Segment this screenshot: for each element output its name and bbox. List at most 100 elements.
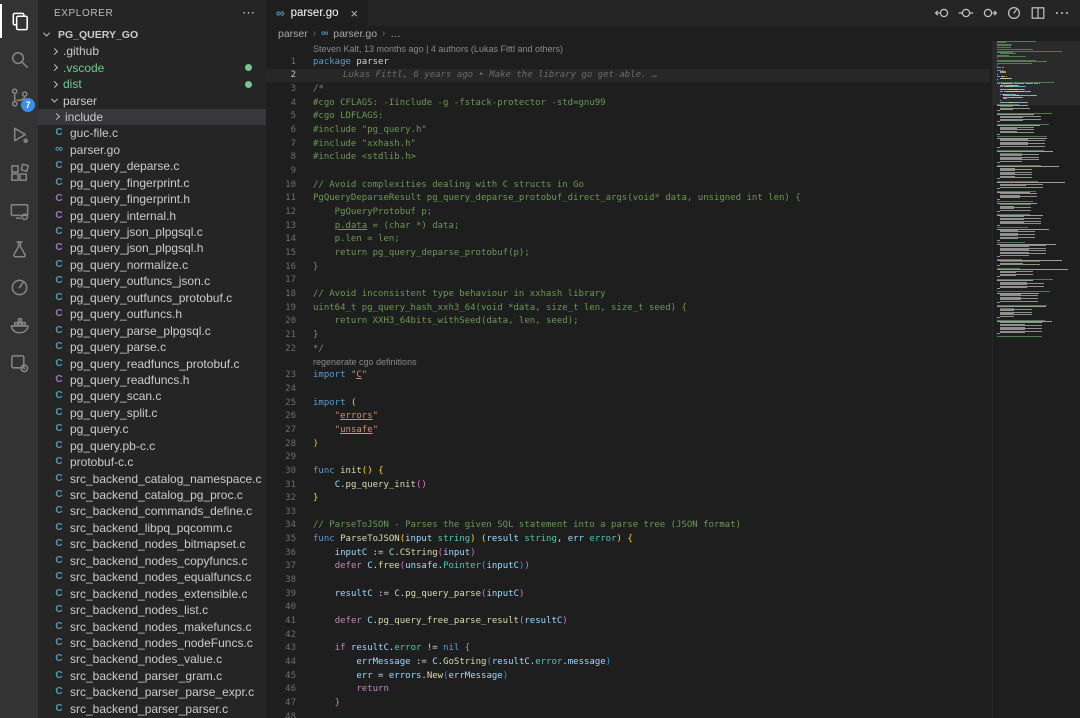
tree-item-pg-query-readfuncs-h[interactable]: Cpg_query_readfuncs.h bbox=[38, 372, 266, 388]
tree-item-pg-query-json-plpgsql-c[interactable]: Cpg_query_json_plpgsql.c bbox=[38, 224, 266, 240]
tree-item--github[interactable]: .github bbox=[38, 43, 266, 59]
remote-explorer-icon[interactable] bbox=[0, 194, 38, 228]
source-control-icon[interactable]: 7 bbox=[0, 80, 38, 114]
tree-item-src-backend-nodes-extensible-c[interactable]: Csrc_backend_nodes_extensible.c bbox=[38, 585, 266, 601]
tree-item-pg-query-split-c[interactable]: Cpg_query_split.c bbox=[38, 405, 266, 421]
tab-parser-go[interactable]: ∞ parser.go × bbox=[266, 0, 368, 26]
tree-item-include[interactable]: include bbox=[38, 109, 266, 125]
tree-item-src-backend-nodes-list-c[interactable]: Csrc_backend_nodes_list.c bbox=[38, 602, 266, 618]
tree-item-src-backend-nodes-equalfuncs-c[interactable]: Csrc_backend_nodes_equalfuncs.c bbox=[38, 569, 266, 585]
search-icon[interactable] bbox=[0, 42, 38, 76]
extensions-icon[interactable] bbox=[0, 156, 38, 190]
code-line[interactable]: 15 return pg_query_deparse_protobuf(p); bbox=[266, 246, 990, 260]
gitlens-icon[interactable] bbox=[0, 270, 38, 304]
breadcrumb-folder[interactable]: parser bbox=[278, 28, 308, 40]
breadcrumb-file[interactable]: parser.go bbox=[333, 28, 377, 40]
split-editor-icon[interactable] bbox=[1030, 5, 1046, 21]
tree-item-src-backend-nodes-nodefuncs-c[interactable]: Csrc_backend_nodes_nodeFuncs.c bbox=[38, 635, 266, 651]
code-line[interactable]: 46 return bbox=[266, 683, 990, 697]
tree-item-protobuf-c-c[interactable]: Cprotobuf-c.c bbox=[38, 454, 266, 470]
code-line[interactable]: 3/* bbox=[266, 82, 990, 96]
sidebar-more-actions-icon[interactable]: ⋯ bbox=[242, 5, 256, 21]
tree-item-guc-file-c[interactable]: Cguc-file.c bbox=[38, 125, 266, 141]
tree-item-src-backend-commands-define-c[interactable]: Csrc_backend_commands_define.c bbox=[38, 503, 266, 519]
code-line[interactable]: 31 C.pg_query_init() bbox=[266, 478, 990, 492]
tree-item-pg-query-outfuncs-json-c[interactable]: Cpg_query_outfuncs_json.c bbox=[38, 273, 266, 289]
tree-item-parser[interactable]: parser bbox=[38, 92, 266, 108]
file-history-icon[interactable] bbox=[1006, 5, 1022, 21]
tree-item-src-backend-libpq-pqcomm-c[interactable]: Csrc_backend_libpq_pqcomm.c bbox=[38, 520, 266, 536]
explorer-icon[interactable] bbox=[0, 4, 38, 38]
code-line[interactable]: 1package parser bbox=[266, 55, 990, 69]
tree-item-parser-go[interactable]: ∞parser.go bbox=[38, 142, 266, 158]
tree-item-pg-query-json-plpgsql-h[interactable]: Cpg_query_json_plpgsql.h bbox=[38, 240, 266, 256]
tree-item-pg-query-normalize-c[interactable]: Cpg_query_normalize.c bbox=[38, 257, 266, 273]
more-actions-icon[interactable] bbox=[1054, 5, 1070, 21]
code-line[interactable]: 5#cgo LDFLAGS: bbox=[266, 110, 990, 124]
code-editor[interactable]: Steven Kalt, 13 months ago | 4 authors (… bbox=[266, 41, 1080, 718]
tree-item-pg-query-c[interactable]: Cpg_query.c bbox=[38, 421, 266, 437]
tree-item-pg-query-parse-plpgsql-c[interactable]: Cpg_query_parse_plpgsql.c bbox=[38, 322, 266, 338]
code-line[interactable]: 45 err = errors.New(errMessage) bbox=[266, 669, 990, 683]
open-changes-icon[interactable] bbox=[958, 5, 974, 21]
tree-item-dist[interactable]: dist bbox=[38, 76, 266, 92]
code-line[interactable]: 48 bbox=[266, 710, 990, 718]
code-line[interactable]: 10// Avoid complexities dealing with C s… bbox=[266, 178, 990, 192]
code-line[interactable]: 44 errMessage := C.GoString(resultC.erro… bbox=[266, 655, 990, 669]
tree-item-src-backend-nodes-makefuncs-c[interactable]: Csrc_backend_nodes_makefuncs.c bbox=[38, 618, 266, 634]
tree-item-src-backend-catalog-pg-proc-c[interactable]: Csrc_backend_catalog_pg_proc.c bbox=[38, 487, 266, 503]
code-line[interactable]: 18// Avoid inconsistent type behaviour i… bbox=[266, 287, 990, 301]
tree-item-src-backend-parser-parse-expr-c[interactable]: Csrc_backend_parser_parse_expr.c bbox=[38, 684, 266, 700]
tree-item-src-backend-parser-parser-c[interactable]: Csrc_backend_parser_parser.c bbox=[38, 701, 266, 717]
code-line[interactable]: 43 if resultC.error != nil { bbox=[266, 642, 990, 656]
code-line[interactable]: 20 return XXH3_64bits_withSeed(data, len… bbox=[266, 314, 990, 328]
tree-item-pg-query-scan-c[interactable]: Cpg_query_scan.c bbox=[38, 388, 266, 404]
testing-icon[interactable] bbox=[0, 232, 38, 266]
tree-item-pg-query-readfuncs-protobuf-c[interactable]: Cpg_query_readfuncs_protobuf.c bbox=[38, 355, 266, 371]
code-line[interactable]: 47 } bbox=[266, 696, 990, 710]
breadcrumb-symbol[interactable]: … bbox=[390, 28, 401, 40]
code-line[interactable]: 30func init() { bbox=[266, 464, 990, 478]
code-line[interactable]: 41 defer C.pg_query_free_parse_result(re… bbox=[266, 614, 990, 628]
code-line[interactable]: 29 bbox=[266, 450, 990, 464]
close-tab-icon[interactable]: × bbox=[351, 6, 359, 21]
code-line[interactable]: 28) bbox=[266, 437, 990, 451]
code-line[interactable]: 40 bbox=[266, 601, 990, 615]
code-line[interactable]: 6#include "pg_query.h" bbox=[266, 123, 990, 137]
tree-item-src-backend-nodes-bitmapset-c[interactable]: Csrc_backend_nodes_bitmapset.c bbox=[38, 536, 266, 552]
code-line[interactable]: 21} bbox=[266, 328, 990, 342]
code-line[interactable]: 17 bbox=[266, 274, 990, 288]
tree-item-pg-query-pb-c-c[interactable]: Cpg_query.pb-c.c bbox=[38, 438, 266, 454]
code-line[interactable]: 7#include "xxhash.h" bbox=[266, 137, 990, 151]
next-change-icon[interactable] bbox=[982, 5, 998, 21]
code-line[interactable]: 13 p.data = (char *) data; bbox=[266, 219, 990, 233]
tree-item-pg-query-parse-c[interactable]: Cpg_query_parse.c bbox=[38, 339, 266, 355]
code-line[interactable]: 33 bbox=[266, 505, 990, 519]
code-line[interactable]: 24 bbox=[266, 382, 990, 396]
code-line[interactable]: 36 inputC := C.CString(input) bbox=[266, 546, 990, 560]
code-line[interactable]: 14 p.len = len; bbox=[266, 233, 990, 247]
codelens-regenerate[interactable]: regenerate cgo definitions bbox=[266, 355, 990, 368]
minimap-slider[interactable] bbox=[993, 41, 1080, 105]
code-line[interactable]: 25import ( bbox=[266, 396, 990, 410]
tree-item-pg-query-outfuncs-h[interactable]: Cpg_query_outfuncs.h bbox=[38, 306, 266, 322]
code-line[interactable]: 37 defer C.free(unsafe.Pointer(inputC)) bbox=[266, 560, 990, 574]
tree-item-pg-query-fingerprint-c[interactable]: Cpg_query_fingerprint.c bbox=[38, 175, 266, 191]
code-line[interactable]: 4#cgo CFLAGS: -Iinclude -g -fstack-prote… bbox=[266, 96, 990, 110]
code-line[interactable]: 38 bbox=[266, 573, 990, 587]
code-line[interactable]: 27 "unsafe" bbox=[266, 423, 990, 437]
code-line[interactable]: 22*/ bbox=[266, 342, 990, 356]
workspace-root-pg-query-go[interactable]: PG_QUERY_GO bbox=[38, 26, 266, 43]
code-line[interactable]: 11PgQueryDeparseResult pg_query_deparse_… bbox=[266, 192, 990, 206]
code-line[interactable]: 32} bbox=[266, 491, 990, 505]
code-line[interactable]: 16} bbox=[266, 260, 990, 274]
tree-item-src-backend-nodes-copyfuncs-c[interactable]: Csrc_backend_nodes_copyfuncs.c bbox=[38, 553, 266, 569]
project-settings-icon[interactable] bbox=[0, 346, 38, 380]
tree-item-src-backend-catalog-namespace-c[interactable]: Csrc_backend_catalog_namespace.c bbox=[38, 470, 266, 486]
tree-item-src-backend-nodes-value-c[interactable]: Csrc_backend_nodes_value.c bbox=[38, 651, 266, 667]
run-debug-icon[interactable] bbox=[0, 118, 38, 152]
code-line[interactable]: 9 bbox=[266, 164, 990, 178]
code-line[interactable]: 42 bbox=[266, 628, 990, 642]
code-line[interactable]: 19uint64_t pg_query_hash_xxh3_64(void *d… bbox=[266, 301, 990, 315]
code-line[interactable]: 39 resultC := C.pg_query_parse(inputC) bbox=[266, 587, 990, 601]
